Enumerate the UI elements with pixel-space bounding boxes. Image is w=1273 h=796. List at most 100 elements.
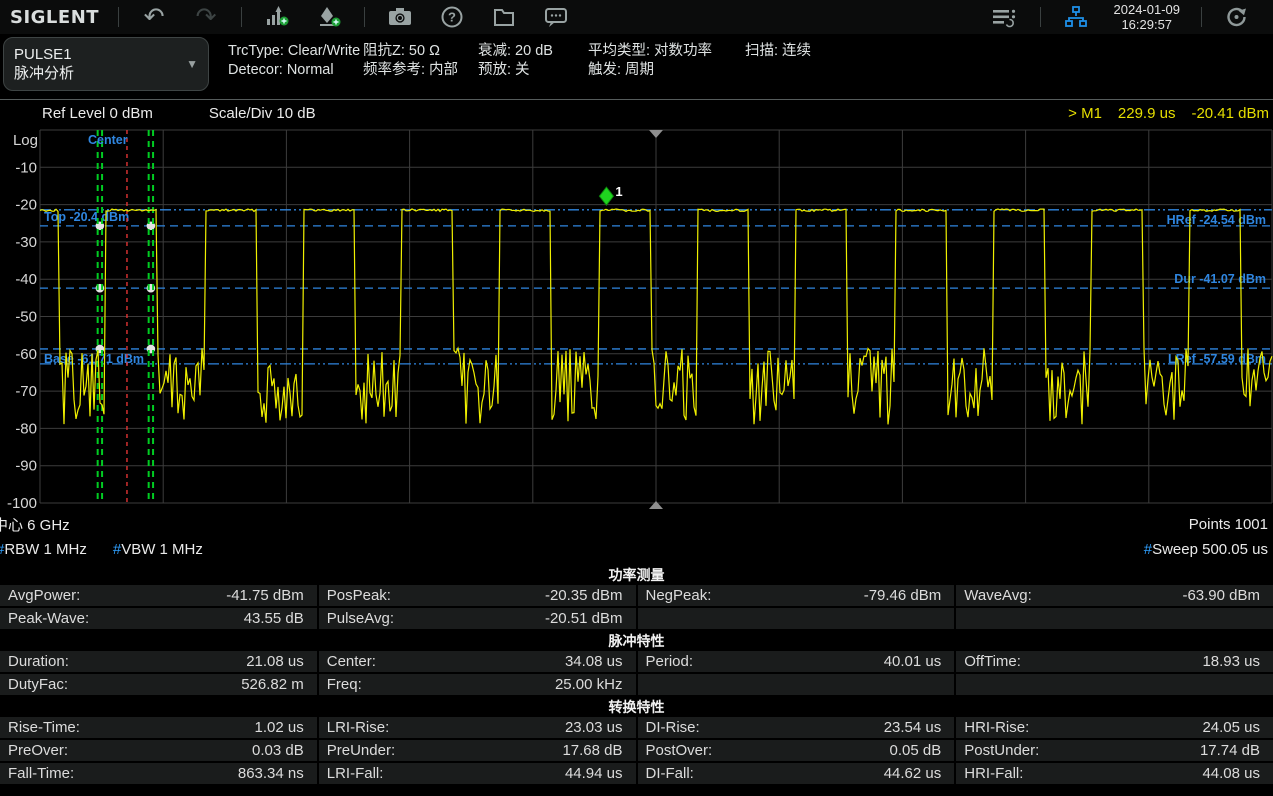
- system-menu-icon[interactable]: [988, 3, 1022, 31]
- measurement-value: 863.34 ns: [238, 765, 317, 782]
- measurement-cell: PostUnder:17.74 dB: [956, 740, 1273, 761]
- ref-level-label[interactable]: Ref Level 0 dBm: [42, 105, 153, 122]
- detector-label: Detecor: Normal: [228, 61, 363, 80]
- marker1-amplitude: -20.41 dBm: [1191, 105, 1269, 122]
- measurement-label: Freq:: [319, 676, 362, 693]
- undo-icon[interactable]: ↶: [137, 3, 171, 31]
- message-icon[interactable]: [539, 3, 573, 31]
- measurement-cell: LRI-Rise:23.03 us: [319, 717, 636, 738]
- parameter-bar: PULSE1 脉冲分析 ▼ TrcType: Clear/Write Detec…: [0, 34, 1273, 96]
- measurement-cell: Fall-Time: 863.34 ns: [0, 763, 317, 784]
- ref-level-row: Ref Level 0 dBm Scale/Div 10 dB > M1 229…: [0, 100, 1273, 127]
- measurement-label: Center:: [319, 653, 376, 670]
- measurement-cell: PreUnder: 17.68 dB: [319, 740, 636, 761]
- table-section-title: 功率测量: [0, 565, 1273, 585]
- table-row: Duration:21.08 usCenter:34.08 usPeriod:4…: [0, 651, 1273, 672]
- pulse-trace-chart[interactable]: Log-10-20-30-40-50-60-70-80-90-100HRef -…: [0, 127, 1273, 512]
- scale-div-label[interactable]: Scale/Div 10 dB: [209, 105, 316, 122]
- ref-line-label-top: Top -20.4 dBm: [44, 210, 129, 224]
- measurement-tables: 功率测量AvgPower:-41.75 dBmPosPeak:-20.35 dB…: [0, 565, 1273, 784]
- y-axis-tick-label: -30: [15, 234, 37, 251]
- measurement-label: HRI-Fall:: [956, 765, 1023, 782]
- datetime[interactable]: 2024-01-09 16:29:57: [1114, 2, 1181, 32]
- measurement-label: AvgPower:: [0, 587, 80, 604]
- measurement-value: 0.03 dB: [252, 742, 317, 759]
- measurement-cell: PreOver:0.03 dB: [0, 740, 317, 761]
- table-row: DutyFac:526.82 mFreq:25.00 kHz: [0, 674, 1273, 695]
- measurement-cell: OffTime:18.93 us: [956, 651, 1273, 672]
- trigger-label: 触发: 周期: [588, 61, 745, 80]
- measurement-label: HRI-Rise:: [956, 719, 1029, 736]
- marker1-number: 1: [615, 184, 622, 199]
- reset-icon[interactable]: [1220, 3, 1254, 31]
- peak-marker-add-icon[interactable]: [312, 3, 346, 31]
- center-top-triangle-icon: [649, 130, 663, 138]
- measurement-cell: Rise-Time: 1.02 us: [0, 717, 317, 738]
- redo-icon[interactable]: ↷: [189, 3, 223, 31]
- param-col-impedance: 阻抗Z: 50 Ω 频率参考: 内部: [363, 34, 478, 96]
- measurement-label: PreUnder:: [319, 742, 395, 759]
- empty-cell: [956, 608, 1273, 629]
- mode-subtitle: 脉冲分析: [14, 64, 74, 83]
- measurement-value: 17.74 dB: [1200, 742, 1273, 759]
- table-section-title: 脉冲特性: [0, 631, 1273, 651]
- rbw-label[interactable]: #RBW 1 MHz: [0, 541, 87, 558]
- measurement-value: 526.82 m: [241, 676, 317, 693]
- measurement-cell: Peak-Wave:43.55 dB: [0, 608, 317, 629]
- measurement-value: 44.94 us: [565, 765, 636, 782]
- measurement-cell: Center:34.08 us: [319, 651, 636, 672]
- freq-info-row-2: #RBW 1 MHz #VBW 1 MHz #Sweep 500.05 us: [0, 537, 1273, 562]
- empty-cell: [638, 674, 955, 695]
- param-col-atten: 衰减: 20 dB 预放: 关: [478, 34, 588, 96]
- measurement-value: -63.90 dBm: [1182, 587, 1273, 604]
- measurement-value: 17.68 dB: [562, 742, 635, 759]
- measurement-label: NegPeak:: [638, 587, 712, 604]
- time-label: 16:29:57: [1114, 17, 1181, 32]
- trctype-label: TrcType: Clear/Write: [228, 42, 363, 61]
- measurement-label: WaveAvg:: [956, 587, 1032, 604]
- measurement-label: LRI-Fall:: [319, 765, 384, 782]
- measurement-value: 1.02 us: [255, 719, 317, 736]
- vbw-label[interactable]: #VBW 1 MHz: [113, 541, 203, 558]
- marker1-diamond-icon[interactable]: [599, 187, 613, 205]
- param-col-trace: TrcType: Clear/Write Detecor: Normal: [228, 34, 363, 96]
- help-icon[interactable]: ?: [435, 3, 469, 31]
- measurement-value: 21.08 us: [246, 653, 317, 670]
- marker1-prefix: > M1: [1068, 105, 1102, 122]
- mode-title: PULSE1: [14, 45, 74, 64]
- screenshot-camera-icon[interactable]: [383, 3, 417, 31]
- y-axis-tick-label: -10: [15, 159, 37, 176]
- mode-selector-dropdown[interactable]: PULSE1 脉冲分析 ▼: [3, 37, 209, 91]
- file-icon[interactable]: [487, 3, 521, 31]
- measurement-value: 44.08 us: [1202, 765, 1273, 782]
- trace-add-icon[interactable]: [260, 3, 294, 31]
- y-axis-tick-label: -50: [15, 309, 37, 326]
- table-row: AvgPower:-41.75 dBmPosPeak:-20.35 dBmNeg…: [0, 585, 1273, 606]
- measurement-value: 0.05 dB: [890, 742, 955, 759]
- top-toolbar: SIGLENT ↶ ↷ ?: [0, 0, 1273, 34]
- measurement-value: 43.55 dB: [244, 610, 317, 627]
- toolbar-separator: [364, 7, 365, 27]
- measurement-cell: DI-Fall:44.62 us: [638, 763, 955, 784]
- ref-line-label-href: HRef -24.54 dBm: [1167, 213, 1266, 227]
- measurement-value: -41.75 dBm: [226, 587, 317, 604]
- measurement-cell: DutyFac: 526.82 m: [0, 674, 317, 695]
- network-icon[interactable]: [1059, 3, 1093, 31]
- measurement-value: -79.46 dBm: [864, 587, 955, 604]
- table-section-title: 转换特性: [0, 697, 1273, 717]
- y-axis-tick-label: -60: [15, 346, 37, 363]
- center-freq-label[interactable]: 中心 6 GHz: [0, 514, 70, 535]
- y-axis-log-label: Log: [13, 132, 38, 149]
- sweep-time-label[interactable]: #Sweep 500.05 us: [1144, 541, 1268, 558]
- measurement-label: DI-Rise:: [638, 719, 700, 736]
- measurement-label: DutyFac:: [0, 676, 68, 693]
- measurement-label: OffTime:: [956, 653, 1021, 670]
- measurement-label: PulseAvg:: [319, 610, 394, 627]
- measurement-label: Rise-Time:: [0, 719, 80, 736]
- measurement-cell: NegPeak: -79.46 dBm: [638, 585, 955, 606]
- y-axis-tick-label: -20: [15, 197, 37, 214]
- points-label: Points 1001: [1189, 516, 1268, 533]
- measurement-cell: Period:40.01 us: [638, 651, 955, 672]
- measurement-cell: HRI-Rise:24.05 us: [956, 717, 1273, 738]
- measurement-label: Fall-Time:: [0, 765, 74, 782]
